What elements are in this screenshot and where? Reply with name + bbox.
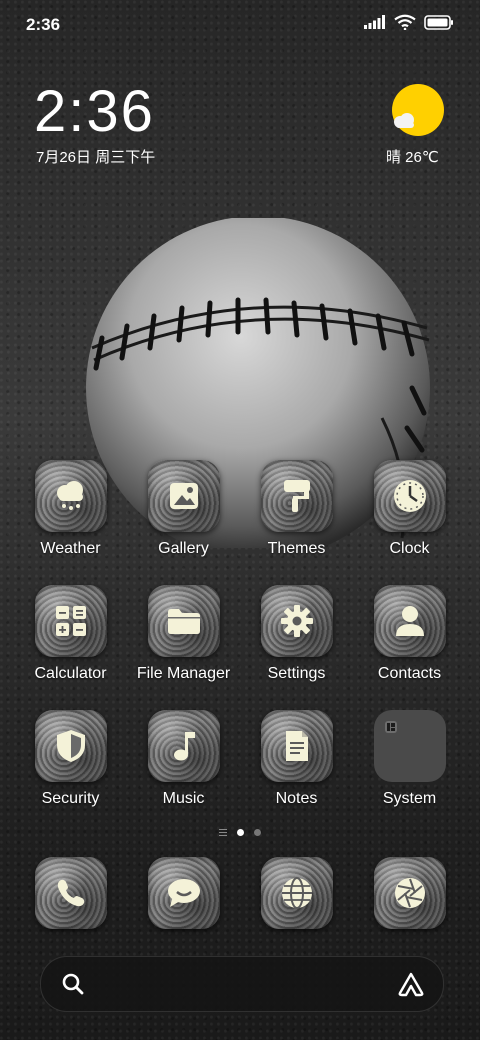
shield-icon[interactable] xyxy=(34,710,107,782)
dock-phone[interactable] xyxy=(14,857,127,929)
battery-icon xyxy=(424,14,453,30)
app-label: Contacts xyxy=(377,665,442,682)
search-icon[interactable] xyxy=(61,972,85,996)
gear-icon[interactable] xyxy=(260,585,333,657)
app-security[interactable]: Security xyxy=(14,710,127,808)
app-label: Settings xyxy=(267,665,326,682)
folder-icon[interactable] xyxy=(147,585,220,657)
app-label: File Manager xyxy=(136,665,231,682)
folder-system-icon[interactable] xyxy=(373,710,446,782)
message-icon[interactable] xyxy=(147,857,220,929)
app-file-manager[interactable]: File Manager xyxy=(127,585,240,683)
notes-icon[interactable] xyxy=(260,710,333,782)
contacts-icon[interactable] xyxy=(373,585,446,657)
app-themes[interactable]: Themes xyxy=(240,460,353,558)
app-label: Security xyxy=(41,790,100,807)
app-weather[interactable]: Weather xyxy=(14,460,127,558)
page-dot[interactable] xyxy=(254,829,261,836)
status-time: 2:36 xyxy=(26,15,61,34)
clock-icon[interactable] xyxy=(373,460,446,532)
app-label: Clock xyxy=(389,540,430,557)
app-gallery[interactable]: Gallery xyxy=(127,460,240,558)
app-label: Gallery xyxy=(158,540,209,557)
app-contacts[interactable]: Contacts xyxy=(353,585,466,683)
app-settings[interactable]: Settings xyxy=(240,585,353,683)
assistant-icon[interactable] xyxy=(397,971,425,997)
wifi-icon xyxy=(394,14,416,30)
app-music[interactable]: Music xyxy=(127,710,240,808)
menu-lines-icon xyxy=(219,829,227,836)
camera-icon[interactable] xyxy=(373,857,446,929)
page-dot-active[interactable] xyxy=(237,829,244,836)
weather-widget-text[interactable]: 晴 26℃ xyxy=(386,146,439,167)
clock-widget-date[interactable]: 7月26日 周三下午 xyxy=(36,146,155,167)
app-label: System xyxy=(382,790,437,807)
app-label: Weather xyxy=(40,540,101,557)
cloud-icon xyxy=(394,113,414,128)
dock-camera[interactable] xyxy=(353,857,466,929)
music-note-icon[interactable] xyxy=(147,710,220,782)
calculator-icon[interactable] xyxy=(34,585,107,657)
weather-icon[interactable] xyxy=(34,460,107,532)
search-bar[interactable] xyxy=(40,956,444,1012)
app-label: Music xyxy=(162,790,205,807)
browser-icon[interactable] xyxy=(260,857,333,929)
dock-browser[interactable] xyxy=(240,857,353,929)
app-calculator[interactable]: Calculator xyxy=(14,585,127,683)
app-clock[interactable]: Clock xyxy=(353,460,466,558)
sun-icon[interactable] xyxy=(392,84,444,136)
page-indicator[interactable] xyxy=(0,829,480,836)
clock-widget-time[interactable]: 2:36 xyxy=(34,78,155,145)
app-notes[interactable]: Notes xyxy=(240,710,353,808)
app-folder-system[interactable]: System xyxy=(353,710,466,808)
signal-icon xyxy=(364,15,385,29)
app-label: Themes xyxy=(267,540,326,557)
gallery-icon[interactable] xyxy=(147,460,220,532)
themes-icon[interactable] xyxy=(260,460,333,532)
app-label: Calculator xyxy=(34,665,107,682)
app-label: Notes xyxy=(275,790,318,807)
status-bar: 2:36 xyxy=(0,0,480,50)
phone-icon[interactable] xyxy=(34,857,107,929)
status-icons xyxy=(364,14,454,30)
dock-messages[interactable] xyxy=(127,857,240,929)
